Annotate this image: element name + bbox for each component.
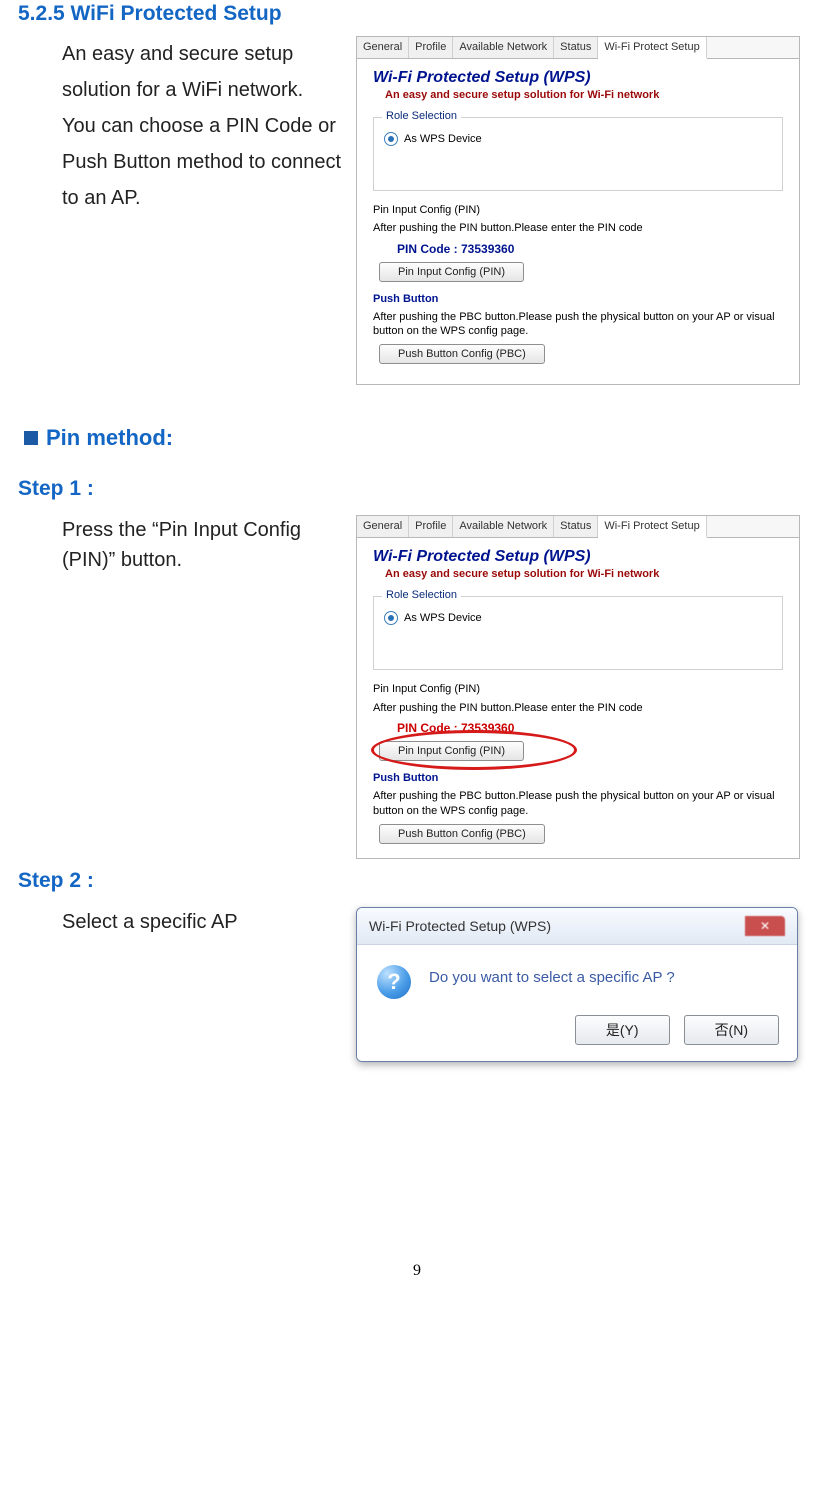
role-label-2: Role Selection [382, 589, 461, 601]
pin-desc-2: After pushing the PIN button.Please ente… [357, 697, 799, 715]
push-button-config-button[interactable]: Push Button Config (PBC) [379, 344, 545, 364]
pin-input-config-button-2[interactable]: Pin Input Config (PIN) [379, 741, 524, 761]
row-step2: Select a specific AP Wi-Fi Protected Set… [18, 907, 816, 1062]
row-step1: Press the “Pin Input Config (PIN)” butto… [18, 515, 816, 858]
pb-heading: Push Button [357, 288, 799, 306]
pin-code-2: PIN Code : 73539360 [357, 715, 799, 741]
tab-status[interactable]: Status [554, 37, 598, 58]
tabs-2: General Profile Available Network Status… [357, 516, 799, 538]
pb-desc: After pushing the PBC button.Please push… [357, 306, 799, 339]
pb-desc-2: After pushing the PBC button.Please push… [357, 785, 799, 818]
role-option-text-2: As WPS Device [404, 612, 482, 624]
pb-heading-2: Push Button [357, 767, 799, 785]
role-group-2: Role Selection As WPS Device [373, 596, 783, 670]
no-button[interactable]: 否(N) [684, 1015, 779, 1045]
dialog-titlebar: Wi-Fi Protected Setup (WPS) ✕ [357, 908, 797, 945]
tab2-wifi-protect-setup[interactable]: Wi-Fi Protect Setup [598, 516, 706, 538]
tab-available-network[interactable]: Available Network [453, 37, 554, 58]
wps-panel-2: General Profile Available Network Status… [356, 515, 800, 858]
wps-subtitle-2: An easy and secure setup solution for Wi… [357, 566, 799, 588]
step2-text: Select a specific AP [18, 907, 342, 937]
tab2-general[interactable]: General [357, 516, 409, 537]
row-intro: An easy and secure setup solution for a … [18, 36, 816, 385]
step2-title: Step 2 : [18, 869, 816, 893]
bullet-icon [24, 431, 38, 445]
pin-code: PIN Code : 73539360 [357, 236, 799, 262]
role-option-line-2[interactable]: As WPS Device [384, 611, 772, 625]
push-button-config-button-2[interactable]: Push Button Config (PBC) [379, 824, 545, 844]
pin-heading-2: Pin Input Config (PIN) [357, 678, 799, 696]
tab2-status[interactable]: Status [554, 516, 598, 537]
tabs: General Profile Available Network Status… [357, 37, 799, 59]
intro-text: An easy and secure setup solution for a … [18, 36, 342, 216]
role-group: Role Selection As WPS Device [373, 117, 783, 191]
tab-wifi-protect-setup[interactable]: Wi-Fi Protect Setup [598, 37, 706, 59]
pin-heading: Pin Input Config (PIN) [357, 199, 799, 217]
tab-general[interactable]: General [357, 37, 409, 58]
dialog-message: Do you want to select a specific AP ? [429, 965, 675, 986]
yes-button[interactable]: 是(Y) [575, 1015, 670, 1045]
wps-title: Wi-Fi Protected Setup (WPS) [357, 59, 799, 87]
section-heading: 5.2.5 WiFi Protected Setup [18, 2, 816, 26]
pin-input-config-button[interactable]: Pin Input Config (PIN) [379, 262, 524, 282]
page-number: 9 [18, 1262, 816, 1290]
tab2-available-network[interactable]: Available Network [453, 516, 554, 537]
role-option-line[interactable]: As WPS Device [384, 132, 772, 146]
wps-title-2: Wi-Fi Protected Setup (WPS) [357, 538, 799, 566]
tab-profile[interactable]: Profile [409, 37, 453, 58]
radio-wps-device-2[interactable] [384, 611, 398, 625]
step1-title: Step 1 : [18, 477, 816, 501]
pin-method-title: Pin method: [46, 425, 173, 451]
dialog-buttons: 是(Y) 否(N) [357, 1015, 797, 1061]
wps-panel-1: General Profile Available Network Status… [356, 36, 800, 385]
role-label: Role Selection [382, 110, 461, 122]
question-icon: ? [377, 965, 411, 999]
role-option-text: As WPS Device [404, 133, 482, 145]
tab2-profile[interactable]: Profile [409, 516, 453, 537]
dialog-body: ? Do you want to select a specific AP ? [357, 945, 797, 1015]
radio-wps-device[interactable] [384, 132, 398, 146]
close-icon[interactable]: ✕ [745, 916, 785, 936]
pin-desc: After pushing the PIN button.Please ente… [357, 217, 799, 235]
pin-method-bullet: Pin method: [18, 425, 816, 451]
wps-subtitle: An easy and secure setup solution for Wi… [357, 87, 799, 109]
confirm-dialog: Wi-Fi Protected Setup (WPS) ✕ ? Do you w… [356, 907, 798, 1062]
dialog-title: Wi-Fi Protected Setup (WPS) [369, 918, 551, 934]
step1-text: Press the “Pin Input Config (PIN)” butto… [18, 515, 342, 575]
